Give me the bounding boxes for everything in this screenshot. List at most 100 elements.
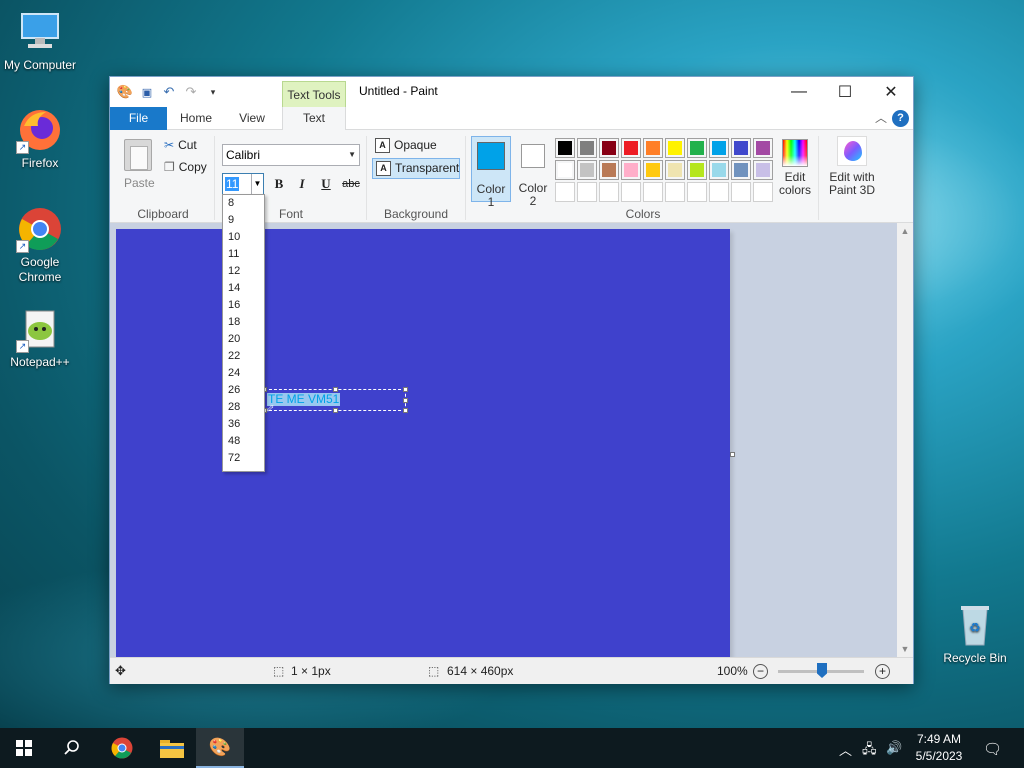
opaque-button[interactable]: A Opaque — [372, 136, 460, 157]
text-box-handle[interactable] — [403, 398, 408, 403]
tab-file[interactable]: File — [110, 107, 167, 130]
desktop-icon-notepadpp[interactable]: ↗ Notepad++ — [0, 305, 80, 370]
palette-swatch[interactable] — [577, 160, 597, 180]
taskbar-paint[interactable]: 🎨 — [196, 728, 244, 768]
text-box-handle[interactable] — [403, 408, 408, 413]
desktop-icon-my-computer[interactable]: My Computer — [0, 8, 80, 73]
font-size-option[interactable]: 24 — [223, 365, 264, 382]
tab-text[interactable]: Text — [282, 107, 346, 131]
palette-swatch[interactable] — [665, 182, 685, 202]
show-hidden-icons[interactable]: ︿ — [839, 740, 852, 759]
palette-swatch[interactable] — [665, 138, 685, 158]
canvas-resize-handle[interactable] — [730, 452, 735, 457]
palette-swatch[interactable] — [555, 138, 575, 158]
drawing-canvas[interactable]: TE ME VM51 ⇔ — [116, 229, 730, 657]
save-icon[interactable]: ▣ — [138, 83, 156, 101]
scroll-up-icon[interactable]: ▲ — [897, 223, 913, 239]
font-size-option[interactable]: 12 — [223, 263, 264, 280]
edit-with-paint3d-button[interactable]: Edit with Paint 3D — [822, 136, 882, 197]
strikethrough-button[interactable]: abc — [339, 175, 363, 193]
palette-swatch[interactable] — [577, 138, 597, 158]
font-size-option[interactable]: 9 — [223, 212, 264, 229]
volume-icon[interactable]: 🔊 — [886, 740, 902, 756]
help-icon[interactable]: ? — [892, 110, 909, 127]
desktop-icon-chrome[interactable]: ↗ Google Chrome — [0, 205, 80, 285]
font-size-option[interactable]: 11 — [223, 246, 264, 263]
palette-swatch[interactable] — [621, 160, 641, 180]
desktop-icon-recycle-bin[interactable]: ♻ Recycle Bin — [935, 601, 1015, 666]
network-icon[interactable]: 🖧 — [862, 740, 877, 762]
palette-swatch[interactable] — [709, 182, 729, 202]
font-size-option[interactable]: 10 — [223, 229, 264, 246]
font-size-option[interactable]: 20 — [223, 331, 264, 348]
zoom-in-button[interactable]: + — [875, 664, 890, 679]
undo-icon[interactable]: ↶ — [160, 83, 178, 101]
close-button[interactable]: ✕ — [868, 77, 914, 107]
font-size-select[interactable]: 11 ▼ — [222, 173, 264, 195]
scroll-down-icon[interactable]: ▼ — [897, 641, 913, 657]
start-button[interactable] — [0, 728, 48, 768]
text-box[interactable]: TE ME VM51 — [262, 387, 408, 413]
palette-swatch[interactable] — [643, 138, 663, 158]
palette-swatch[interactable] — [555, 160, 575, 180]
taskbar-clock[interactable]: 7:49 AM 5/5/2023 — [904, 731, 974, 765]
palette-swatch[interactable] — [665, 160, 685, 180]
maximize-button[interactable]: ☐ — [822, 77, 868, 107]
palette-swatch[interactable] — [599, 182, 619, 202]
font-size-option[interactable]: 36 — [223, 416, 264, 433]
palette-swatch[interactable] — [643, 182, 663, 202]
palette-swatch[interactable] — [731, 160, 751, 180]
tab-home[interactable]: Home — [170, 107, 222, 130]
palette-swatch[interactable] — [555, 182, 575, 202]
font-size-option[interactable]: 28 — [223, 399, 264, 416]
zoom-slider-thumb[interactable] — [817, 663, 827, 678]
cut-button[interactable]: ✂ Cut — [164, 138, 197, 152]
font-size-option[interactable]: 72 — [223, 450, 264, 467]
zoom-out-button[interactable]: − — [753, 664, 768, 679]
font-size-option[interactable]: 26 — [223, 382, 264, 399]
text-box-handle[interactable] — [333, 387, 338, 392]
italic-button[interactable]: I — [292, 175, 312, 193]
minimize-button[interactable]: — — [776, 77, 822, 107]
bold-button[interactable]: B — [269, 175, 289, 193]
color2-button[interactable]: Color 2 — [514, 136, 552, 208]
palette-swatch[interactable] — [599, 160, 619, 180]
font-size-option[interactable]: 16 — [223, 297, 264, 314]
desktop-icon-firefox[interactable]: ↗ Firefox — [0, 106, 80, 171]
collapse-ribbon-icon[interactable]: ︿ — [875, 109, 887, 126]
taskbar-chrome[interactable] — [98, 728, 146, 768]
text-box-handle[interactable] — [333, 408, 338, 413]
palette-swatch[interactable] — [577, 182, 597, 202]
font-size-option[interactable]: 18 — [223, 314, 264, 331]
customize-qat-icon[interactable]: ▾ — [204, 83, 222, 101]
palette-swatch[interactable] — [753, 182, 773, 202]
font-size-option[interactable]: 14 — [223, 280, 264, 297]
palette-swatch[interactable] — [731, 182, 751, 202]
palette-swatch[interactable] — [643, 160, 663, 180]
palette-swatch[interactable] — [687, 182, 707, 202]
palette-swatch[interactable] — [709, 138, 729, 158]
palette-swatch[interactable] — [687, 160, 707, 180]
taskbar-file-explorer[interactable] — [148, 728, 196, 768]
palette-swatch[interactable] — [753, 138, 773, 158]
redo-icon[interactable]: ↷ — [182, 83, 200, 101]
underline-button[interactable]: U — [316, 175, 336, 193]
paint-app-icon[interactable]: 🎨 — [116, 83, 134, 101]
text-box-content[interactable]: TE ME VM51 — [267, 393, 341, 406]
notifications-icon[interactable]: 🗨 — [983, 740, 1002, 758]
palette-swatch[interactable] — [709, 160, 729, 180]
palette-swatch[interactable] — [599, 138, 619, 158]
palette-swatch[interactable] — [687, 138, 707, 158]
paste-button[interactable]: Paste — [118, 134, 158, 190]
tab-view[interactable]: View — [226, 107, 278, 130]
font-family-select[interactable]: Calibri ▼ — [222, 144, 360, 166]
vertical-scrollbar[interactable]: ▲ ▼ — [897, 223, 913, 657]
text-box-handle[interactable] — [403, 387, 408, 392]
search-button[interactable] — [48, 728, 96, 768]
copy-button[interactable]: ❐ Copy — [164, 160, 207, 174]
font-size-option[interactable]: 22 — [223, 348, 264, 365]
palette-swatch[interactable] — [621, 182, 641, 202]
palette-swatch[interactable] — [731, 138, 751, 158]
edit-colors-button[interactable]: Edit colors — [778, 136, 812, 197]
font-size-option[interactable]: 48 — [223, 433, 264, 450]
